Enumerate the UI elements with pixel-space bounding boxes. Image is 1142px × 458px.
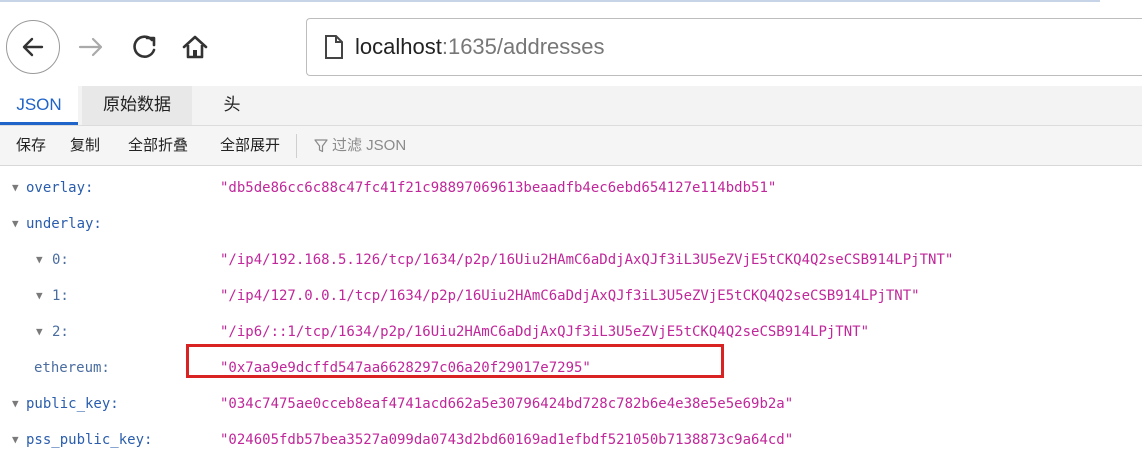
save-button[interactable]: 保存 <box>16 126 46 166</box>
json-row-underlay[interactable]: ▼ underlay: <box>0 206 1142 242</box>
json-tree: ▼ overlay: "db5de86cc6c88c47fc41f21c9889… <box>0 166 1142 448</box>
arrow-left-icon <box>22 37 44 57</box>
tab-headers[interactable]: 头 <box>212 86 252 125</box>
json-key: overlay: <box>26 180 94 196</box>
json-string-value: "/ip4/127.0.0.1/tcp/1634/p2p/16Uiu2HAmC6… <box>220 288 920 304</box>
caret-down-icon[interactable]: ▼ <box>12 386 19 422</box>
caret-down-icon[interactable]: ▼ <box>12 422 19 458</box>
home-icon <box>182 35 208 59</box>
caret-down-icon[interactable]: ▼ <box>12 206 19 242</box>
json-string-value: "024605fdb57bea3527a099da0743d2bd60169ad… <box>220 432 794 448</box>
json-string-value: "034c7475ae0cceb8eaf4741acd662a5e3079642… <box>220 396 794 412</box>
forward-button[interactable] <box>74 30 108 64</box>
json-key: ethereum: <box>34 360 110 376</box>
toolbar-divider <box>296 134 297 158</box>
copy-button[interactable]: 复制 <box>70 126 100 166</box>
expand-all-button[interactable]: 全部展开 <box>220 126 280 166</box>
browser-navbar: localhost:1635/addresses <box>0 6 1142 86</box>
caret-down-icon[interactable]: ▼ <box>36 278 43 314</box>
viewer-tabs: JSON 原始数据 头 <box>0 86 1142 126</box>
json-key: public_key: <box>26 396 119 412</box>
json-key: pss_public_key: <box>26 432 153 448</box>
json-row-overlay[interactable]: ▼ overlay: "db5de86cc6c88c47fc41f21c9889… <box>0 170 1142 206</box>
caret-down-icon[interactable]: ▼ <box>12 170 19 206</box>
json-key: 1: <box>52 288 69 304</box>
home-button[interactable] <box>178 30 212 64</box>
json-string-value: "/ip4/192.168.5.126/tcp/1634/p2p/16Uiu2H… <box>220 252 954 268</box>
caret-down-icon[interactable]: ▼ <box>36 242 43 278</box>
json-row-public-key[interactable]: ▼ public_key: "034c7475ae0cceb8eaf4741ac… <box>0 386 1142 422</box>
url-path: :1635/addresses <box>441 34 605 59</box>
json-string-value: "/ip6/::1/tcp/1634/p2p/16Uiu2HAmC6aDdjAx… <box>220 324 870 340</box>
address-bar[interactable]: localhost:1635/addresses <box>306 18 1142 76</box>
json-row-underlay-0[interactable]: ▼ 0: "/ip4/192.168.5.126/tcp/1634/p2p/16… <box>0 242 1142 278</box>
arrow-right-icon <box>78 37 103 57</box>
json-row-pss-public-key[interactable]: ▼ pss_public_key: "024605fdb57bea3527a09… <box>0 422 1142 458</box>
caret-down-icon[interactable]: ▼ <box>36 314 43 350</box>
filter-icon <box>314 139 328 153</box>
reload-icon <box>133 35 156 58</box>
json-key: underlay: <box>26 216 102 232</box>
collapse-all-button[interactable]: 全部折叠 <box>128 126 188 166</box>
json-toolbar: 保存 复制 全部折叠 全部展开 过滤 JSON <box>0 126 1142 166</box>
json-string-value: "db5de86cc6c88c47fc41f21c98897069613beaa… <box>220 180 777 196</box>
json-row-underlay-2[interactable]: ▼ 2: "/ip6/::1/tcp/1634/p2p/16Uiu2HAmC6a… <box>0 314 1142 350</box>
top-accent-line <box>0 0 1100 2</box>
filter-json-input[interactable]: 过滤 JSON <box>314 126 406 166</box>
json-row-underlay-1[interactable]: ▼ 1: "/ip4/127.0.0.1/tcp/1634/p2p/16Uiu2… <box>0 278 1142 314</box>
reload-button[interactable] <box>128 30 162 64</box>
json-string-value: "0x7aa9e9dcffd547aa6628297c06a20f29017e7… <box>220 360 591 376</box>
tab-raw-data[interactable]: 原始数据 <box>82 86 192 125</box>
tab-json[interactable]: JSON <box>0 86 78 125</box>
filter-placeholder: 过滤 JSON <box>332 137 407 154</box>
json-key: 2: <box>52 324 69 340</box>
json-row-ethereum[interactable]: ethereum: "0x7aa9e9dcffd547aa6628297c06a… <box>0 350 1142 386</box>
url-text[interactable]: localhost:1635/addresses <box>355 34 605 60</box>
json-key: 0: <box>52 252 69 268</box>
back-button[interactable] <box>6 20 60 74</box>
url-host: localhost <box>355 34 442 59</box>
page-icon <box>325 35 343 59</box>
